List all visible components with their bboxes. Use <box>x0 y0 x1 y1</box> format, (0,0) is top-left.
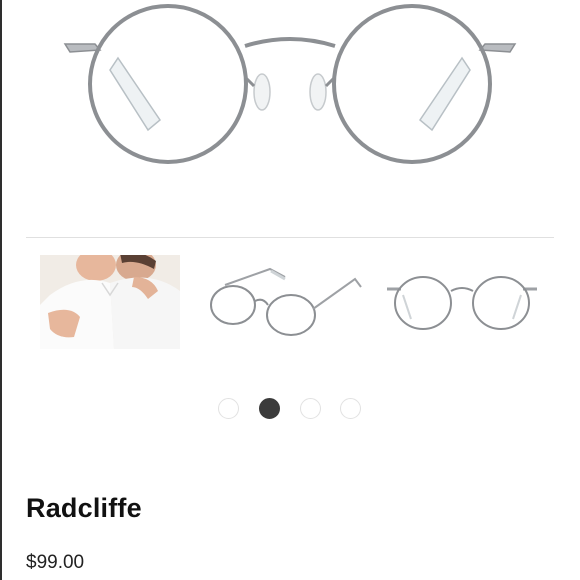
carousel-dot-2-active[interactable] <box>259 398 280 419</box>
carousel-dot-4[interactable] <box>340 398 361 419</box>
left-edge-border <box>0 0 2 580</box>
carousel-dot-3[interactable] <box>300 398 321 419</box>
carousel-pagination <box>0 398 580 422</box>
product-name: Radcliffe <box>26 493 142 523</box>
carousel-dot-1[interactable] <box>218 398 239 419</box>
frame-angled-thumbnail[interactable] <box>205 255 365 350</box>
gallery-divider <box>26 237 554 238</box>
model-photo-thumbnail[interactable] <box>40 255 180 349</box>
product-price: $99.00 <box>26 552 85 573</box>
product-hero-image[interactable] <box>40 0 540 200</box>
frame-front-thumbnail[interactable] <box>383 255 541 350</box>
